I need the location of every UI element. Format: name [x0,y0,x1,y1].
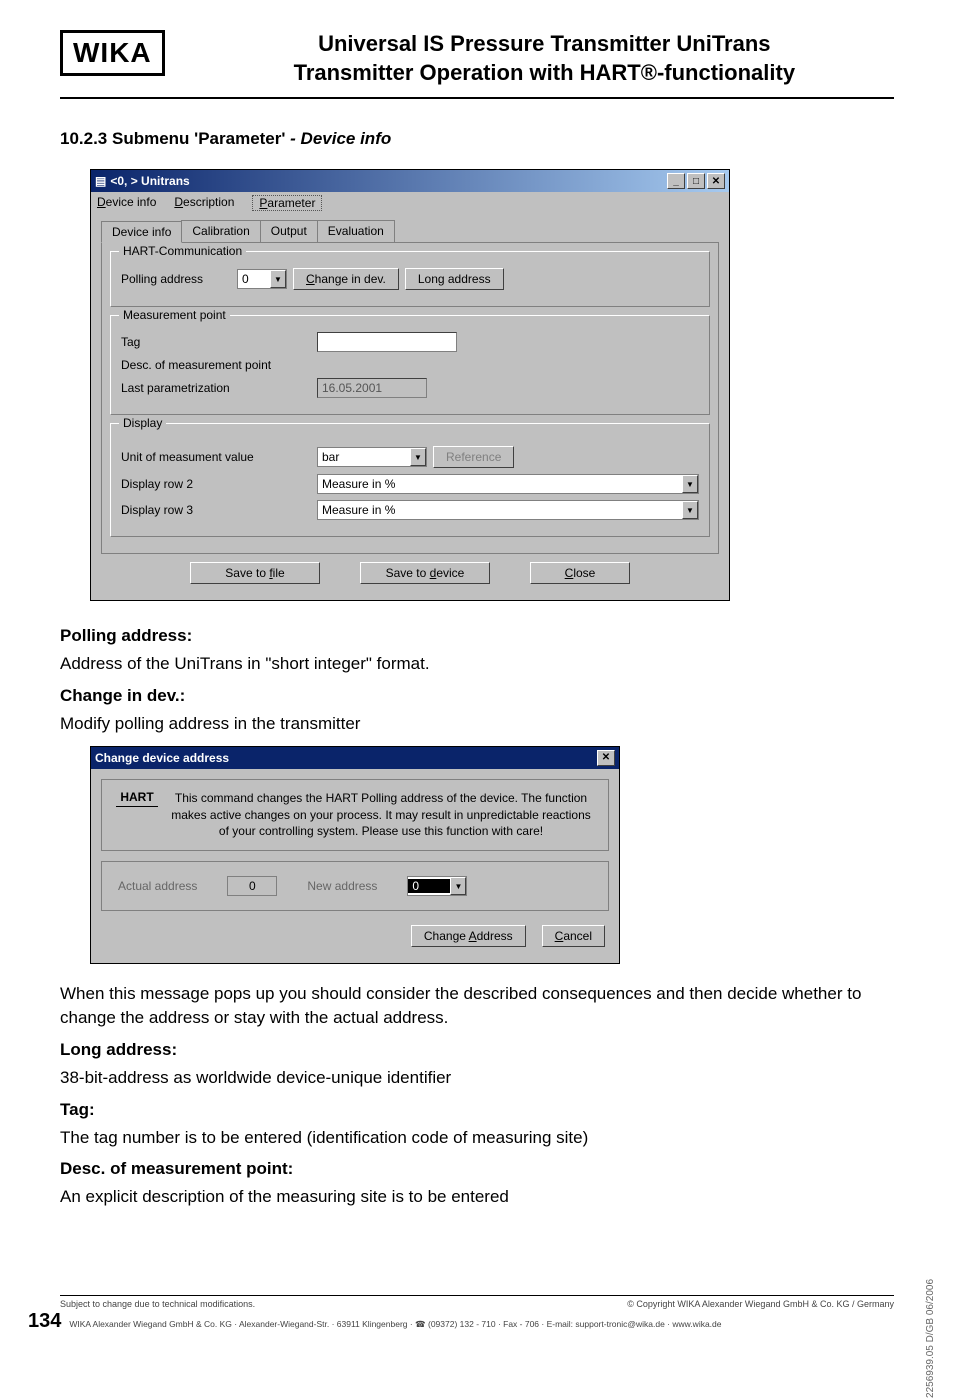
chevron-down-icon[interactable]: ▼ [410,448,426,466]
text-after-dialog: When this message pops up you should con… [60,982,894,1030]
vertical-doc-code: 2256939.05 D/GB 06/2006 [925,1279,936,1398]
menu-device-info[interactable]: DDevice infoevice info [97,195,156,211]
page-number: 134 [28,1310,61,1333]
new-address-select[interactable]: 0 ▼ [407,876,467,896]
change-device-address-dialog: Change device address ✕ HART This comman… [90,746,620,964]
reference-button: Reference [433,446,514,468]
label-tag: Tag [121,335,311,349]
group-measurement-point: Tag Desc. of measurement point Last para… [110,315,710,415]
unitrans-window: ▤ <0, > Unitrans _ □ ✕ DDevice infoevice… [90,169,730,601]
tabstrip: Device info Calibration Output Evaluatio… [101,220,719,242]
actual-address-value: 0 [227,876,277,896]
group-hart-communication: Polling address 0 ▼ CChange in dev.hange… [110,251,710,307]
footer-top: Subject to change due to technical modif… [60,1295,894,1309]
maximize-button[interactable]: □ [687,173,705,189]
save-to-file-button[interactable]: Save to file [190,562,320,584]
tab-output[interactable]: Output [260,220,318,242]
footer-bottom: 134 WIKA Alexander Wiegand GmbH & Co. KG… [28,1310,894,1333]
label-display-row3: Display row 3 [121,503,311,517]
long-address-button[interactable]: Long address [405,268,504,290]
polling-address-select[interactable]: 0 ▼ [237,269,287,289]
menu-parameter[interactable]: Parameter [252,195,322,211]
cancel-button[interactable]: Cancel [542,925,605,947]
chevron-down-icon[interactable]: ▼ [682,475,698,493]
chevron-down-icon[interactable]: ▼ [270,270,286,288]
section-number: 10.2.3 [60,129,107,148]
dialog-title: Change device address [95,751,597,765]
heading-tag: Tag: [60,1100,894,1120]
heading-change-in-dev: Change in dev.: [60,686,894,706]
footer-disclaimer: Subject to change due to technical modif… [60,1299,255,1309]
unit-select[interactable]: bar ▼ [317,447,427,467]
dialog-titlebar[interactable]: Change device address ✕ [91,747,619,769]
header-line1: Universal IS Pressure Transmitter UniTra… [318,31,770,56]
tag-input[interactable] [317,332,457,352]
label-desc-mp: Desc. of measurement point [121,358,311,372]
change-address-button[interactable]: Change Address [411,925,526,947]
text-long-address: 38-bit-address as worldwide device-uniqu… [60,1066,894,1090]
text-tag: The tag number is to be entered (identif… [60,1126,894,1150]
tab-calibration[interactable]: Calibration [181,220,260,242]
tab-content: Polling address 0 ▼ CChange in dev.hange… [101,242,719,554]
save-to-device-button[interactable]: Save to device [360,562,490,584]
polling-address-value: 0 [238,272,270,286]
header-line2: Transmitter Operation with HART®-functio… [294,60,795,85]
tab-evaluation[interactable]: Evaluation [317,220,395,242]
text-desc-mp: An explicit description of the measuring… [60,1185,894,1209]
heading-long-address: Long address: [60,1040,894,1060]
tab-device-info[interactable]: Device info [101,221,182,243]
section-heading: 10.2.3 Submenu 'Parameter' - Device info [60,129,894,149]
dialog-close-button[interactable]: ✕ [597,750,615,766]
app-icon: ▤ [95,174,106,188]
window-title: <0, > Unitrans [110,174,667,188]
label-last-param: Last parametrization [121,381,311,395]
label-new-address: New address [307,879,377,893]
window-bottom-bar: Save to file Save to device Close [101,554,719,588]
display-row2-select[interactable]: Measure in % ▼ [317,474,699,494]
new-address-value: 0 [408,879,450,893]
change-in-dev-button[interactable]: CChange in dev.hange in dev. [293,268,399,290]
display-row3-value: Measure in % [318,503,682,517]
chevron-down-icon[interactable]: ▼ [450,877,466,895]
footer-copyright: © Copyright WIKA Alexander Wiegand GmbH … [627,1299,894,1309]
menubar: DDevice infoevice info Description Param… [91,192,729,214]
label-display-row2: Display row 2 [121,477,311,491]
header-divider [60,97,894,99]
dialog-address-row: Actual address 0 New address 0 ▼ [101,861,609,911]
text-polling-address: Address of the UniTrans in "short intege… [60,652,894,676]
section-italic: - Device info [290,129,391,148]
label-unit: Unit of measument value [121,450,311,464]
label-polling-address: Polling address [121,272,231,286]
close-window-button[interactable]: Close [530,562,630,584]
group-display: Unit of measument value bar ▼ Reference … [110,423,710,537]
display-row2-value: Measure in % [318,477,682,491]
titlebar[interactable]: ▤ <0, > Unitrans _ □ ✕ [91,170,729,192]
unit-value: bar [318,450,410,464]
hart-icon: HART [116,790,158,807]
heading-desc-mp: Desc. of measurement point: [60,1159,894,1179]
chevron-down-icon[interactable]: ▼ [682,501,698,519]
text-change-in-dev: Modify polling address in the transmitte… [60,712,894,736]
dialog-message-text: This command changes the HART Polling ad… [168,790,594,840]
wika-logo: WIKA [60,30,165,76]
page-header-title: Universal IS Pressure Transmitter UniTra… [195,30,894,87]
display-row3-select[interactable]: Measure in % ▼ [317,500,699,520]
dialog-message-box: HART This command changes the HART Polli… [101,779,609,851]
section-plain: Submenu 'Parameter' [112,129,290,148]
close-button[interactable]: ✕ [707,173,725,189]
label-actual-address: Actual address [118,879,197,893]
menu-description[interactable]: Description [174,195,234,211]
footer-address: WIKA Alexander Wiegand GmbH & Co. KG · A… [69,1319,721,1330]
heading-polling-address: Polling address: [60,626,894,646]
minimize-button[interactable]: _ [667,173,685,189]
last-parametrization-value: 16.05.2001 [317,378,427,398]
